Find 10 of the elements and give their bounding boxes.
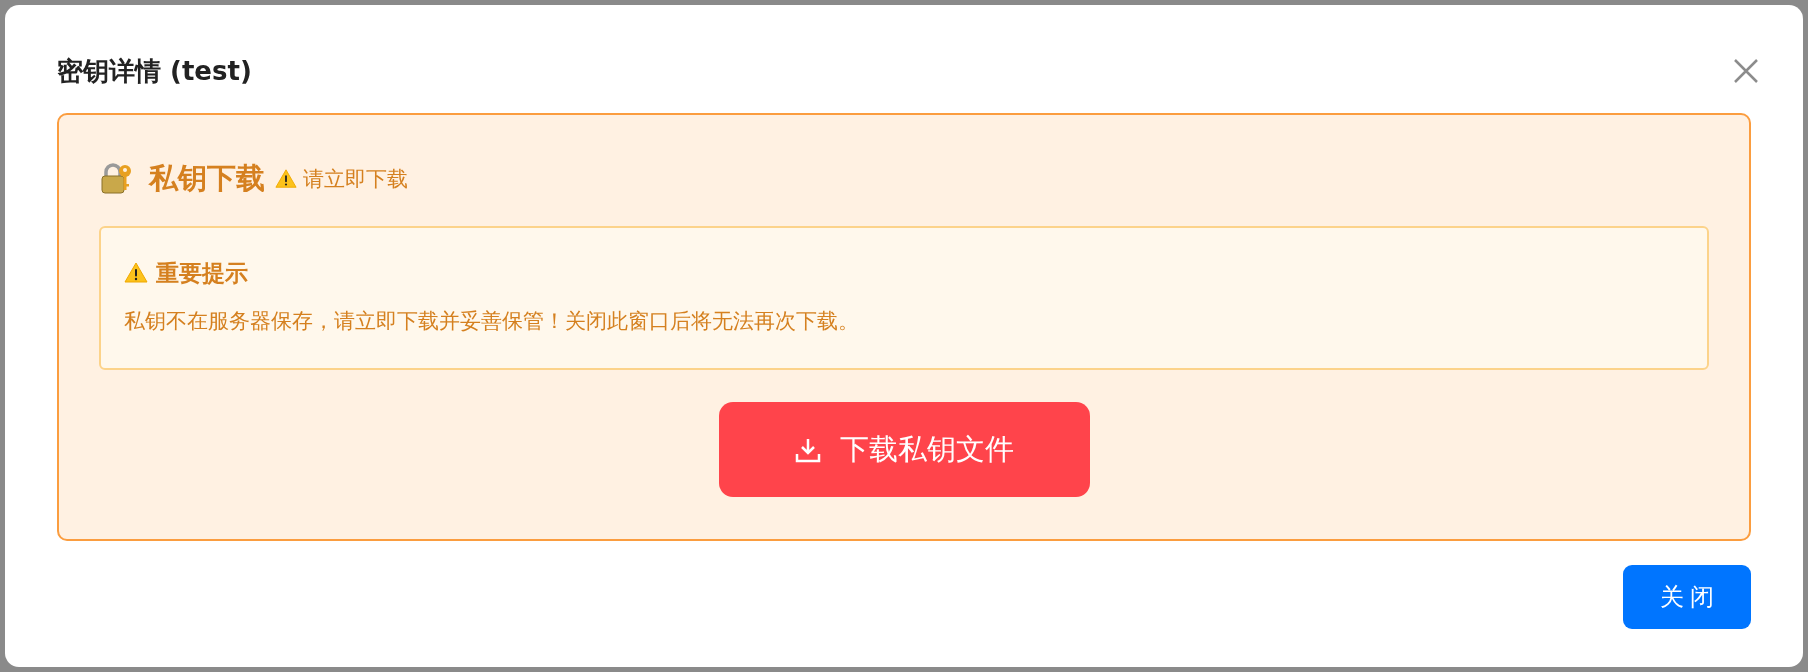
warning-icon — [124, 261, 148, 286]
notice-text: 私钥不在服务器保存，请立即下载并妥善保管！关闭此窗口后将无法再次下载。 — [124, 307, 860, 334]
dialog-title: 密钥详情 (test) — [57, 54, 252, 88]
panel-hint: 请立即下载 — [303, 166, 408, 193]
warning-icon — [275, 168, 297, 190]
close-button[interactable]: 关 闭 — [1623, 565, 1751, 629]
panel-heading: 私钥下载 — [149, 161, 265, 197]
lock-key-icon — [99, 162, 133, 196]
download-button[interactable]: 下载私钥文件 — [718, 402, 1090, 497]
notice-title: 重要提示 — [156, 259, 248, 288]
